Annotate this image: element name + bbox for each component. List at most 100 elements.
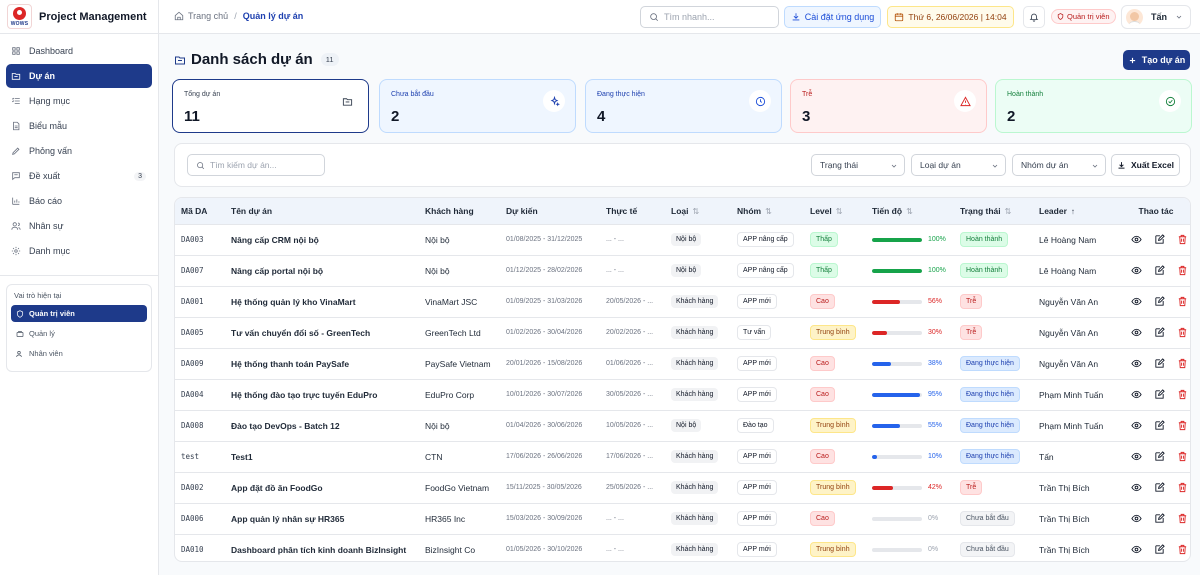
quick-search-input[interactable]: Tìm nhanh...: [640, 6, 779, 28]
actual-dates: ... - ...: [606, 546, 624, 554]
view-eye-icon[interactable]: [1130, 420, 1142, 431]
edit-icon[interactable]: [1154, 513, 1165, 524]
table-row[interactable]: DA001 Hệ thống quản lý kho VinaMart VinaMa…: [175, 286, 1190, 317]
edit-icon[interactable]: [1154, 482, 1165, 493]
edit-icon[interactable]: [1154, 265, 1165, 276]
role-option-2[interactable]: Nhân viên: [11, 345, 147, 362]
stat-card-2[interactable]: Đang thực hiện 4: [585, 79, 782, 133]
sidebar-item-8[interactable]: Danh mục: [6, 239, 152, 263]
project-name[interactable]: Đào tạo DevOps - Batch 12: [225, 410, 419, 441]
sort-icon: ⇅: [692, 206, 700, 216]
view-eye-icon[interactable]: [1130, 389, 1142, 400]
project-group-filter-select[interactable]: Nhóm dự án: [1012, 154, 1106, 176]
stat-card-4[interactable]: Hoàn thành 2: [995, 79, 1192, 133]
sort-icon: ⇅: [1004, 206, 1012, 216]
col-header-group[interactable]: Nhóm ⇅: [731, 198, 804, 224]
project-name[interactable]: Hệ thống đào tạo trực tuyến EduPro: [225, 379, 419, 410]
table-row[interactable]: DA005 Tư vấn chuyển đổi số - GreenTech Gre…: [175, 317, 1190, 348]
sidebar-item-1[interactable]: Dự án: [6, 64, 152, 88]
edit-icon[interactable]: [1154, 420, 1165, 431]
view-eye-icon[interactable]: [1130, 482, 1142, 493]
delete-trash-icon[interactable]: [1177, 296, 1188, 307]
delete-trash-icon[interactable]: [1177, 265, 1188, 276]
table-row[interactable]: DA002 App đặt đồ ăn FoodGo FoodGo Vietnam 1…: [175, 472, 1190, 503]
edit-icon[interactable]: [1154, 389, 1165, 400]
delete-trash-icon[interactable]: [1177, 420, 1188, 431]
project-name[interactable]: Hệ thống thanh toán PaySafe: [225, 348, 419, 379]
project-name[interactable]: App đặt đồ ăn FoodGo: [225, 472, 419, 503]
sidebar-item-6[interactable]: Báo cáo: [6, 189, 152, 213]
table-row[interactable]: DA010 Dashboard phân tích kinh doanh BizI…: [175, 534, 1190, 561]
table-row[interactable]: DA009 Hệ thống thanh toán PaySafe PaySafe …: [175, 348, 1190, 379]
sidebar-item-3[interactable]: Biểu mẫu: [6, 114, 152, 138]
delete-trash-icon[interactable]: [1177, 451, 1188, 462]
sidebar-item-2[interactable]: Hạng mục: [6, 89, 152, 113]
stat-card-1[interactable]: Chưa bắt đầu 2: [379, 79, 576, 133]
date-time-text: Thứ 6, 26/06/2026 | 14:04: [908, 12, 1007, 22]
table-row[interactable]: DA007 Nâng cấp portal nội bộ Nội bộ 01/12/2…: [175, 255, 1190, 286]
notification-button[interactable]: [1023, 6, 1045, 28]
project-name[interactable]: Tư vấn chuyển đổi số - GreenTech: [225, 317, 419, 348]
table-row[interactable]: test Test1 CTN 17/06/2026 - 26/06/2026 17/06…: [175, 441, 1190, 472]
table-row[interactable]: DA003 Nâng cấp CRM nội bộ Nội bộ 01/08/2025…: [175, 224, 1190, 255]
role-option-0[interactable]: Quản trị viên: [11, 305, 147, 322]
project-name[interactable]: Nâng cấp CRM nội bộ: [225, 224, 419, 255]
edit-icon[interactable]: [1154, 358, 1165, 369]
breadcrumb-home[interactable]: Trang chủ: [188, 11, 228, 21]
col-header-type[interactable]: Loại ⇅: [665, 198, 731, 224]
project-name[interactable]: Hệ thống quản lý kho VinaMart: [225, 286, 419, 317]
home-icon[interactable]: [174, 11, 184, 21]
sidebar-item-5[interactable]: Đề xuất 3: [6, 164, 152, 188]
col-header-status[interactable]: Trạng thái ⇅: [954, 198, 1033, 224]
status-filter-select[interactable]: Trạng thái: [811, 154, 905, 176]
edit-icon[interactable]: [1154, 296, 1165, 307]
col-header-leader[interactable]: Leader ↑: [1033, 198, 1120, 224]
table-row[interactable]: DA006 App quản lý nhân sự HR365 HR365 Inc 1…: [175, 503, 1190, 534]
project-name[interactable]: Test1: [225, 441, 419, 472]
view-eye-icon[interactable]: [1130, 234, 1142, 245]
export-excel-button[interactable]: Xuất Excel: [1111, 154, 1180, 176]
sidebar-divider: [0, 275, 158, 276]
delete-trash-icon[interactable]: [1177, 327, 1188, 338]
sidebar-item-4[interactable]: Phỏng vấn: [6, 139, 152, 163]
sidebar-item-0[interactable]: Dashboard: [6, 39, 152, 63]
group-cell: APP mới: [731, 534, 804, 561]
delete-trash-icon[interactable]: [1177, 234, 1188, 245]
view-eye-icon[interactable]: [1130, 358, 1142, 369]
delete-trash-icon[interactable]: [1177, 544, 1188, 555]
project-name[interactable]: App quản lý nhân sự HR365: [225, 503, 419, 534]
view-eye-icon[interactable]: [1130, 296, 1142, 307]
delete-trash-icon[interactable]: [1177, 358, 1188, 369]
edit-icon[interactable]: [1154, 234, 1165, 245]
create-project-button[interactable]: Tạo dự án: [1123, 50, 1190, 70]
edit-icon[interactable]: [1154, 544, 1165, 555]
sidebar-item-7[interactable]: Nhân sự: [6, 214, 152, 238]
table-row[interactable]: DA004 Hệ thống đào tạo trực tuyến EduPro E…: [175, 379, 1190, 410]
status-cell: Chưa bắt đầu: [954, 503, 1033, 534]
role-option-1[interactable]: Quản lý: [11, 325, 147, 342]
project-type-filter-select[interactable]: Loại dự án: [911, 154, 1006, 176]
delete-trash-icon[interactable]: [1177, 482, 1188, 493]
project-name[interactable]: Dashboard phân tích kinh doanh BizInsigh…: [225, 534, 419, 561]
col-header-progress[interactable]: Tiến độ ⇅: [866, 198, 954, 224]
delete-trash-icon[interactable]: [1177, 513, 1188, 524]
view-eye-icon[interactable]: [1130, 513, 1142, 524]
stat-card-3[interactable]: Trễ 3: [790, 79, 987, 133]
delete-trash-icon[interactable]: [1177, 389, 1188, 400]
view-eye-icon[interactable]: [1130, 451, 1142, 462]
filter-bar: Tìm kiếm dự án... Trạng thái Loại dự án …: [174, 143, 1191, 187]
user-menu[interactable]: Tấn: [1121, 5, 1191, 29]
install-app-button[interactable]: Cài đặt ứng dụng: [784, 6, 881, 28]
project-search-input[interactable]: Tìm kiếm dự án...: [187, 154, 325, 176]
col-header-level[interactable]: Level ⇅: [804, 198, 866, 224]
view-eye-icon[interactable]: [1130, 544, 1142, 555]
edit-icon[interactable]: [1154, 451, 1165, 462]
brand[interactable]: WOWS Project Management: [0, 0, 158, 34]
project-name[interactable]: Nâng cấp portal nội bộ: [225, 255, 419, 286]
edit-icon[interactable]: [1154, 327, 1165, 338]
view-eye-icon[interactable]: [1130, 327, 1142, 338]
view-eye-icon[interactable]: [1130, 265, 1142, 276]
table-row[interactable]: DA008 Đào tạo DevOps - Batch 12 Nội bộ 01/0…: [175, 410, 1190, 441]
planned-dates: 01/02/2026 - 30/04/2026: [506, 329, 583, 336]
stat-card-0[interactable]: Tổng dự án 11: [172, 79, 369, 133]
